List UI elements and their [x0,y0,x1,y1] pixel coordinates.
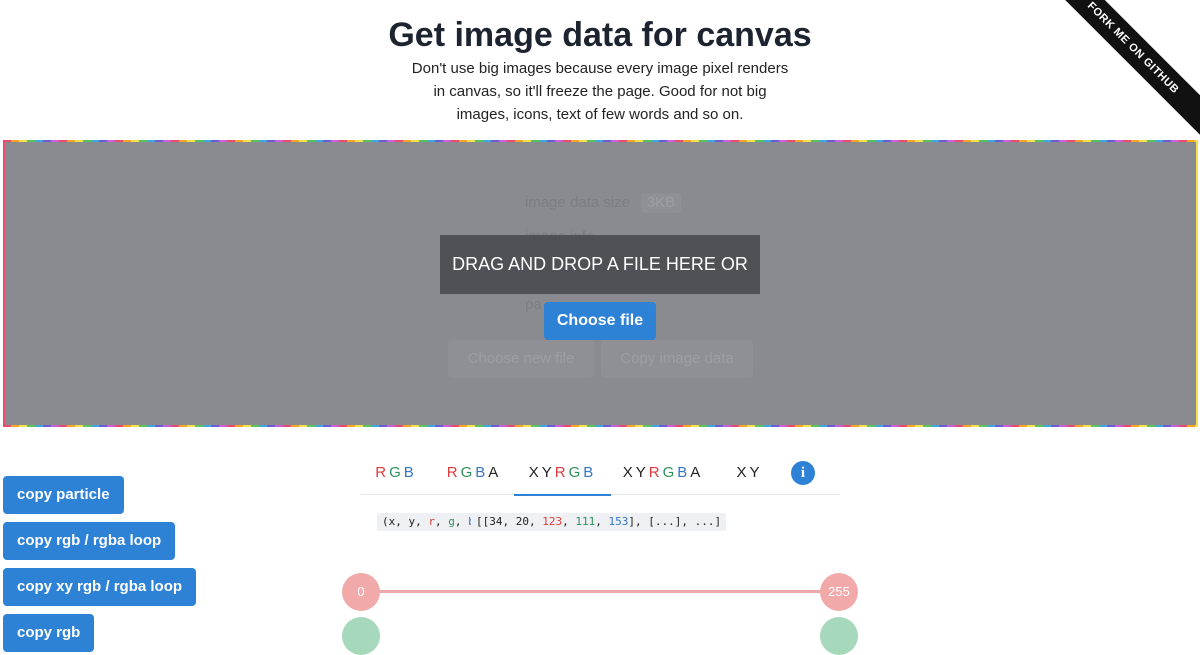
copy-rgb-loop-button[interactable]: copy rgb / rgba loop [3,522,176,560]
green-max-handle[interactable] [820,617,858,655]
tab-xyrgba[interactable]: XYRGBA [614,460,712,494]
red-range-slider[interactable] [361,590,839,593]
bg-size-badge: 3KB [641,193,681,213]
bg-copy-image-data-button: Copy image data [601,340,753,378]
drop-prompt: DRAG AND DROP A FILE HERE OR [440,235,760,294]
page-title: Get image data for canvas [388,16,812,54]
info-icon[interactable]: i [791,461,815,485]
tab-xyrgb[interactable]: XYRGB [514,460,611,496]
bg-partial-label: pa [525,296,542,313]
subtitle-line: Don't use big images because every image… [411,60,789,77]
bg-image-data-size-label: image data size [525,194,631,211]
green-min-handle[interactable] [342,617,380,655]
subtitle-line: images, icons, text of few words and so … [456,106,744,123]
format-tabs: RGB RGBA XYRGB XYRGBA XY [361,460,840,496]
copy-particle-button[interactable]: copy particle [3,476,124,514]
tab-rgba[interactable]: RGBA [434,460,514,494]
choose-file-button[interactable]: Choose file [544,302,656,340]
format-example: [[34, 20, 123, 111, 153], [...], ...] [471,513,727,531]
copy-xy-rgb-loop-button[interactable]: copy xy rgb / rgba loop [3,568,197,606]
page-subtitle: Don't use big images because every image… [405,57,795,126]
red-min-handle[interactable]: 0 [342,573,380,611]
tab-xy[interactable]: XY [722,460,777,494]
drop-zone-overlay: image data size 3KB image info pa Choose… [5,142,1196,425]
red-max-handle[interactable]: 255 [820,573,858,611]
bg-choose-new-file-button: Choose new file [448,340,594,378]
drop-zone[interactable]: image data size 3KB image info pa Choose… [3,140,1198,427]
tab-rgb[interactable]: RGB [361,460,431,494]
subtitle-line: in canvas, so it'll freeze the page. Goo… [433,83,767,100]
copy-rgb-button[interactable]: copy rgb [3,614,95,652]
format-signature: (x, y, r, g, b) [377,513,487,531]
